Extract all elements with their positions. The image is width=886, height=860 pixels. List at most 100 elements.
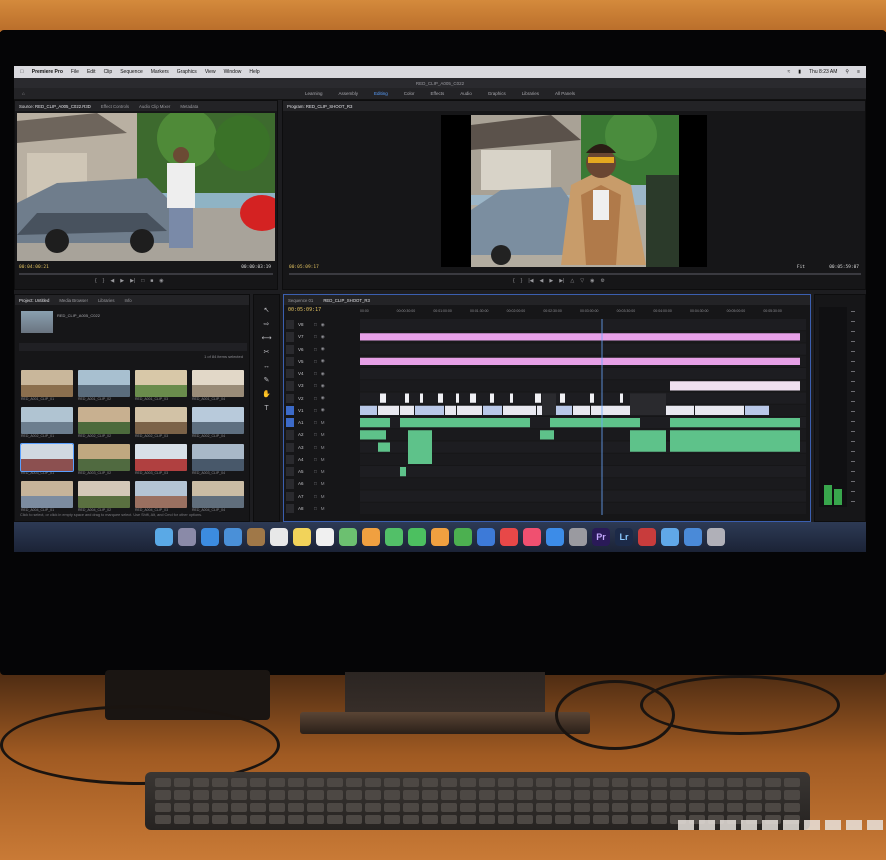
source-scrubber[interactable] xyxy=(19,273,273,275)
selection-tool-icon[interactable]: ↖ xyxy=(262,307,272,315)
mute-icon[interactable]: M xyxy=(321,494,325,499)
razor-tool-icon[interactable]: ✂ xyxy=(262,349,272,357)
track-target-toggle[interactable] xyxy=(286,369,294,379)
track-target-toggle[interactable] xyxy=(286,467,294,477)
timeline-clip-v1[interactable] xyxy=(573,405,590,415)
lock-icon[interactable]: □ xyxy=(314,420,317,425)
thumbnail-item[interactable]: RED_A002_CLIP_02 xyxy=(78,407,130,440)
pages-icon[interactable] xyxy=(431,528,449,546)
insert-icon[interactable]: □ xyxy=(141,278,144,284)
track-lane[interactable] xyxy=(360,368,806,380)
thumbnail-item[interactable]: RED_A002_CLIP_04 xyxy=(192,407,244,440)
wifi-icon[interactable]: ≈ xyxy=(788,69,791,75)
workspace-assembly[interactable]: Assembly xyxy=(338,91,358,96)
menu-markers[interactable]: Markers xyxy=(151,69,169,75)
lock-icon[interactable]: □ xyxy=(314,506,317,511)
track-target-toggle[interactable] xyxy=(286,332,294,342)
type-tool-icon[interactable]: T xyxy=(262,405,272,413)
timeline-gap[interactable] xyxy=(630,393,666,416)
timeline-clip-audio[interactable] xyxy=(670,430,800,452)
finder-icon[interactable] xyxy=(155,528,173,546)
timeline-clip-v2[interactable] xyxy=(535,393,541,403)
clock[interactable]: Thu 8:23 AM xyxy=(809,69,837,75)
calendar-icon[interactable] xyxy=(270,528,288,546)
timeline-clip-v2[interactable] xyxy=(620,393,623,403)
track-header[interactable]: A6 □ M xyxy=(286,478,356,489)
track-header[interactable]: V3 □ ◉ xyxy=(286,380,356,391)
menu-window[interactable]: Window xyxy=(224,69,242,75)
track-header[interactable]: V6 □ ◉ xyxy=(286,344,356,355)
source-timecode-current[interactable]: 00:04:00:21 xyxy=(19,265,49,270)
timeline-clip-v2[interactable] xyxy=(420,393,423,403)
overwrite-icon[interactable]: ■ xyxy=(150,278,153,284)
timeline-clip-v1[interactable] xyxy=(457,405,482,415)
lock-icon[interactable]: □ xyxy=(314,457,317,462)
clip-preview[interactable] xyxy=(21,311,53,333)
workspace-editing[interactable]: Editing xyxy=(374,91,388,96)
timeline-clip-v2[interactable] xyxy=(590,393,594,403)
timeline-tracks[interactable] xyxy=(360,319,806,515)
workspace-audio[interactable]: Audio xyxy=(460,91,472,96)
track-select-icon[interactable]: ⇨ xyxy=(262,321,272,329)
timeline-clip-audio[interactable] xyxy=(408,430,432,464)
tab-sequence-active[interactable]: RED_CLIP_SHOOT_R3 xyxy=(323,298,370,303)
thumbnail-item[interactable]: RED_A003_CLIP_03 xyxy=(135,444,187,477)
downloads-icon[interactable] xyxy=(684,528,702,546)
timeline-clip-v1[interactable] xyxy=(503,405,536,415)
lock-icon[interactable]: □ xyxy=(314,371,317,376)
timeline-clip-graphic[interactable] xyxy=(360,357,800,365)
lightroom-icon[interactable]: Lr xyxy=(615,528,633,546)
lock-icon[interactable]: □ xyxy=(314,347,317,352)
step-forward-icon[interactable]: ▶| xyxy=(559,278,564,284)
eye-icon[interactable]: ◉ xyxy=(321,395,325,401)
timeline-clip-title[interactable] xyxy=(670,381,800,391)
menu-edit[interactable]: Edit xyxy=(87,69,96,75)
photos-icon[interactable] xyxy=(362,528,380,546)
mute-icon[interactable]: M xyxy=(321,469,325,474)
track-lane[interactable] xyxy=(360,478,806,490)
mute-icon[interactable]: M xyxy=(321,420,325,425)
timeline-clip-audio[interactable] xyxy=(670,418,800,428)
menu-list-icon[interactable]: ≡ xyxy=(857,69,860,75)
track-header[interactable]: A7 □ M xyxy=(286,491,356,502)
menu-graphics[interactable]: Graphics xyxy=(177,69,197,75)
app-store-icon[interactable] xyxy=(546,528,564,546)
track-target-toggle[interactable] xyxy=(286,320,294,330)
track-target-toggle[interactable] xyxy=(286,430,294,440)
mute-icon[interactable]: M xyxy=(321,457,325,462)
menu-sequence[interactable]: Sequence xyxy=(120,69,143,75)
thumbnail-item[interactable]: RED_A003_CLIP_02 xyxy=(78,444,130,477)
step-back-icon[interactable]: ◀ xyxy=(110,278,114,284)
track-header[interactable]: A2 □ M xyxy=(286,429,356,440)
play-icon[interactable]: ▶ xyxy=(549,278,553,284)
thumbnail-item[interactable]: RED_A001_CLIP_02 xyxy=(78,370,130,403)
menu-clip[interactable]: Clip xyxy=(104,69,113,75)
numbers-icon[interactable] xyxy=(454,528,472,546)
mute-icon[interactable]: M xyxy=(321,445,325,450)
camera-icon[interactable]: ◉ xyxy=(159,278,163,284)
workspace-all-panels[interactable]: All Panels xyxy=(555,91,575,96)
go-to-in-icon[interactable]: |◀ xyxy=(528,278,533,284)
track-header[interactable]: V8 □ ◉ xyxy=(286,319,356,330)
timeline-clip-v2[interactable] xyxy=(560,393,565,403)
thumbnail-item[interactable]: RED_A004_CLIP_01 xyxy=(21,481,73,514)
tab-source[interactable]: Source: RED_CLIP_A005_C022.R3D xyxy=(19,104,91,109)
thumbnail-item[interactable]: RED_A004_CLIP_02 xyxy=(78,481,130,514)
keynote-icon[interactable] xyxy=(477,528,495,546)
system-preferences-icon[interactable] xyxy=(569,528,587,546)
timeline-clip-v1[interactable] xyxy=(400,405,414,415)
lock-icon[interactable]: □ xyxy=(314,359,317,364)
premiere-pro-icon[interactable]: Pr xyxy=(592,528,610,546)
messages-icon[interactable] xyxy=(385,528,403,546)
tab-metadata[interactable]: Metadata xyxy=(180,104,198,109)
workspace-effects[interactable]: Effects xyxy=(431,91,445,96)
track-lane[interactable] xyxy=(360,319,806,331)
mail-icon[interactable] xyxy=(224,528,242,546)
track-target-toggle[interactable] xyxy=(286,356,294,366)
timeline-clip-v1[interactable] xyxy=(445,405,456,415)
timeline-clip-audio[interactable] xyxy=(550,418,640,428)
track-target-toggle[interactable] xyxy=(286,393,294,403)
step-forward-icon[interactable]: ▶| xyxy=(130,278,135,284)
track-header[interactable]: V5 □ ◉ xyxy=(286,356,356,367)
battery-icon[interactable]: ▮ xyxy=(798,69,801,75)
